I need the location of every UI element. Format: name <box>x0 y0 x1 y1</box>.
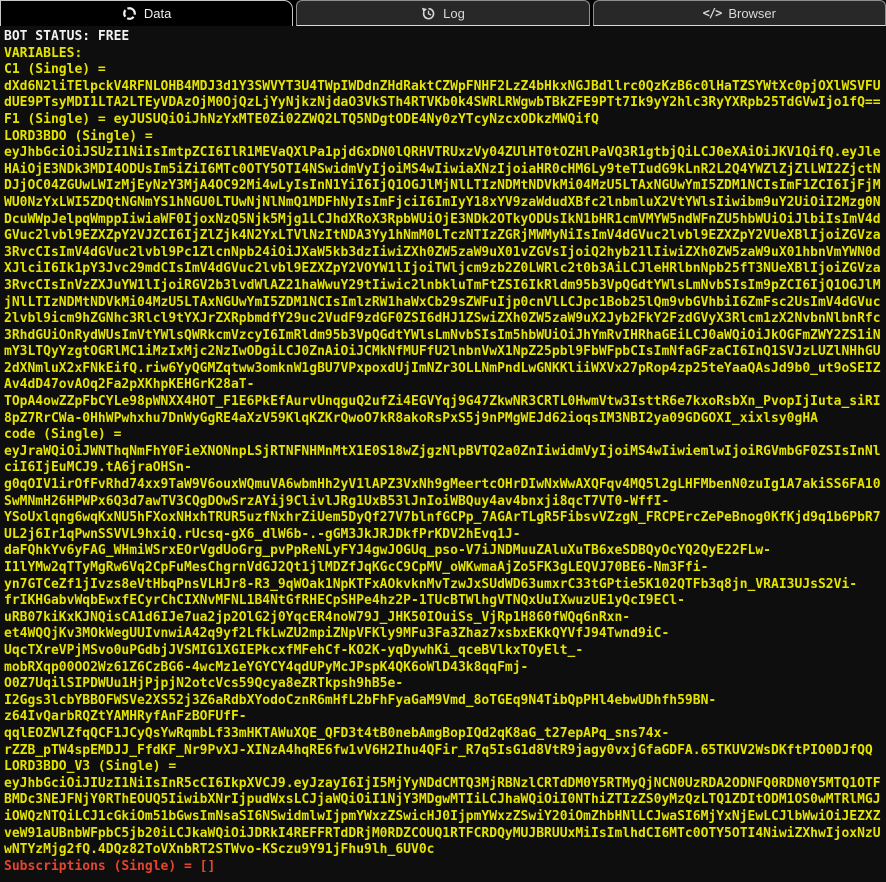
variable-value-line: iOWQzNTQiLCJ1cGkiOm51bGwsImNsaSI6NSwidml… <box>4 808 881 824</box>
variable-value-line: O0Z7UqilSIPDWUu1HjPjpjN2otcVcs59Qcya8eZR… <box>4 676 404 692</box>
variable-value-line: I2Ggs3lcbYBBOFWSVe2XS52j3Z6aRdbXYodoCznR… <box>4 692 717 708</box>
variable-value-line: dXd6N2liTElpckV4RFNLOHB4MDJ3d1Y3SWVYT3U4… <box>4 78 881 94</box>
data-ring-icon <box>122 6 137 21</box>
variable-header-code: code (Single) = <box>4 427 122 443</box>
tab-data[interactable]: Data <box>0 0 294 26</box>
variable-value-line: UqcTXreVPjMSvo0uPGdbjJVSMIG1XGIEPkcxfMFe… <box>4 642 584 658</box>
variable-value-line: z64IvQarbRQZtYAMHRyfAnFzBOFUfF- <box>4 709 247 725</box>
variable-value-line: qqlEOZWlZfqQCF1JCyQsYwRqmbLf33mHKTAWuXQE… <box>4 725 670 741</box>
variable-value-line: yn7GTCeZf1jIvzs8eVtHbqPnsVLHJr8-R3_9qWOa… <box>4 576 858 592</box>
variable-value-line: eyJhbGciOiJSUzI1NiIsImtpZCI6IlR1MEVaQXlP… <box>4 145 881 161</box>
tab-log[interactable]: Log <box>296 0 590 26</box>
variable-value-line: 3RhdGUiOnRydWUsImVtYWlsQWRkcmVzcyI6ImRld… <box>4 327 881 343</box>
variable-value-line: I1lYMw2qTTyMgRw6Vq2CpFuMesChgrnVdGJ2Qt1j… <box>4 560 709 575</box>
variable-value-line: Av4dD47ovAOq2Fa2pXKhpKEHGrK28aT- <box>4 377 255 393</box>
variable-value-line: TOpA4owZZpFbCYLe98pWNXX4HOT_F1E6PkEfAurv… <box>4 394 881 410</box>
variable-value-line: BMDc3NEJFNjY0RThEOUQ5IiwibXNrIjpudWxsLCJ… <box>4 792 881 808</box>
variable-header-LORD3BDO_V3: LORD3BDO_V3 (Single) = <box>4 759 177 775</box>
variable-value-line: WU0NzYxLWI5ZDQtNGNmYS1hNGU0LTUwNjNlNmQ1M… <box>4 194 881 210</box>
variable-value-line: UL2j6Ir1qPwnSSVVL9hxiQ.rUcsq-gX6_dlW6b-.… <box>4 526 521 542</box>
variable-value-line: daFQhkYv6yFAG_WHmiWSrxEOrVgdUoGrg_pvPpRe… <box>4 543 772 559</box>
console-output: BOT STATUS: FREE VARIABLES: C1 (Single) … <box>0 26 886 882</box>
variable-value-line: DJjOC04ZGUwLWIzMjEyNzY3MjA4OC92Mi4wLyIsI… <box>4 178 881 194</box>
variable-value-line: ciI6IjEuMCJ9.tA6jraOHSn- <box>4 460 192 476</box>
variable-header-C1: C1 (Single) = <box>4 62 106 78</box>
variable-value-line: 8pZ7RrCWa-0HhWPwhxhu7DnWyGgRE4aXzV59KlqK… <box>4 410 818 426</box>
tab-browser-label: Browser <box>728 5 776 21</box>
variable-value-line: dUE9PTsyMDI1LTA2LTEyVDAzOjM0OjQzLjYyNjkz… <box>4 95 881 111</box>
variable-header-LORD3BDO: LORD3BDO (Single) = <box>4 128 153 144</box>
variable-value-line: eyJraWQiOiJWNThqNmFhY0FieXNONnpLSjRTNFNH… <box>4 443 881 459</box>
variables-list: C1 (Single) = dXd6N2liTElpckV4RFNLOHB4MDJ… <box>4 62 886 875</box>
tab-log-label: Log <box>443 5 465 21</box>
variable-value-line: wNTYzMjg2fQ.4DQz82ToVXnbRT2STWvo-KSczu9Y… <box>4 842 435 858</box>
code-icon: </> <box>702 6 723 20</box>
variable-value-line: rZZB_pTW4spEMDJJ_FfdKF_Nr9PvXJ-XINzA4hqR… <box>4 742 873 758</box>
history-icon <box>421 6 436 21</box>
tab-browser[interactable]: </> Browser <box>592 0 886 26</box>
variable-value-line: 2lvbl9icm9hZGNhc3Rlcl9tYXJrZXRpbmdfY29uc… <box>4 311 881 327</box>
variables-heading: VARIABLES: <box>4 45 83 61</box>
variable-value-line: et4WQQjKv3MOkWegUUIvnwiA42q9yf2LfkLwZU2m… <box>4 626 670 642</box>
bot-status-line: BOT STATUS: FREE <box>4 29 130 44</box>
variable-value-line: uRB07kiKxKJNQisCA1d6IJe7ua2jp2OlG2j0YqcE… <box>4 609 631 625</box>
tab-bar: Data Log </> Browser <box>0 0 886 26</box>
variable-value-line: HAiOjE3NDk3MDI4ODUsIm5iZiI6MTc0OTY5OTI4N… <box>4 161 881 177</box>
variable-value-line: GVuc2lvbl9EZXZpY2VJZCI6IjZlZjk4N2YxLTVlN… <box>4 228 881 244</box>
variable-value-line: SwMNmH26HPWPx6Q3d7awTV3CQgDOwSrzAYij9Cli… <box>4 493 670 509</box>
variable-value-line: eyJhbGciOiJIUzI1NiIsInR5cCI6IkpXVCJ9.eyJ… <box>4 775 881 791</box>
variable-value-line: mY3LTQyYzgtOGRlMC1iMzIxMjc2NzIwODgiLCJ0Z… <box>4 344 881 360</box>
variable-value-line: YSoUxlqng6wqKxNU5hFXoxNHxhTRUR5uzfNxhrZi… <box>4 510 881 526</box>
variable-value-line: g0qOIV1irOfFvRhd74xx9TaW9V6ouxWQmuVA6wbm… <box>4 477 881 493</box>
variable-value-line: DcuWWpJelpqWmppIiwiaWF0IjoxNzQ5Njk5Mjg1L… <box>4 211 881 227</box>
variable-header-Subscriptions: Subscriptions (Single) = [] <box>4 858 216 874</box>
variable-value-line: veW91aUBnbWFpbC5jb20iLCJkaWQiOiJDRkI4REF… <box>4 825 881 841</box>
variable-value-line: 3RvcCIsImV4dGVuc2lvbl9Pc1ZlcnNpb24iOiJXa… <box>4 244 881 260</box>
variable-value-line: 2dXNmluX2xFNkEifQ.riw6YyQGMZqtww3omknW1g… <box>4 360 881 376</box>
variable-value-line: jNlLTIzNDMtNDVkMi04MzU5LTAxNGUwYmI5ZDM1N… <box>4 294 881 310</box>
variable-header-F1: F1 (Single) = eyJUSUQiOiJhNzYxMTE0Zi02ZW… <box>4 111 599 127</box>
variable-value-line: mobRXqp00OO2Wz61Z6CzBG6-4wcMz1eYGYCY4qdU… <box>4 659 529 675</box>
variable-value-line: XJlciI6Ik1pY3Jvc29mdCIsImV4dGVuc2lvbl9EZ… <box>4 261 881 277</box>
variable-value-line: 3RvcCIsInVzZXJuYW1lIjoiRGV2b3lvdWlAZ21ha… <box>4 277 881 293</box>
bot-data-panel: Data Log </> Browser BOT STATUS: FREE VA… <box>0 0 886 882</box>
variable-value-line: frIKHGabvWqbEwxfECyrChCIXNvMFNL1B4NtGfRH… <box>4 593 685 609</box>
tab-data-label: Data <box>143 6 172 21</box>
